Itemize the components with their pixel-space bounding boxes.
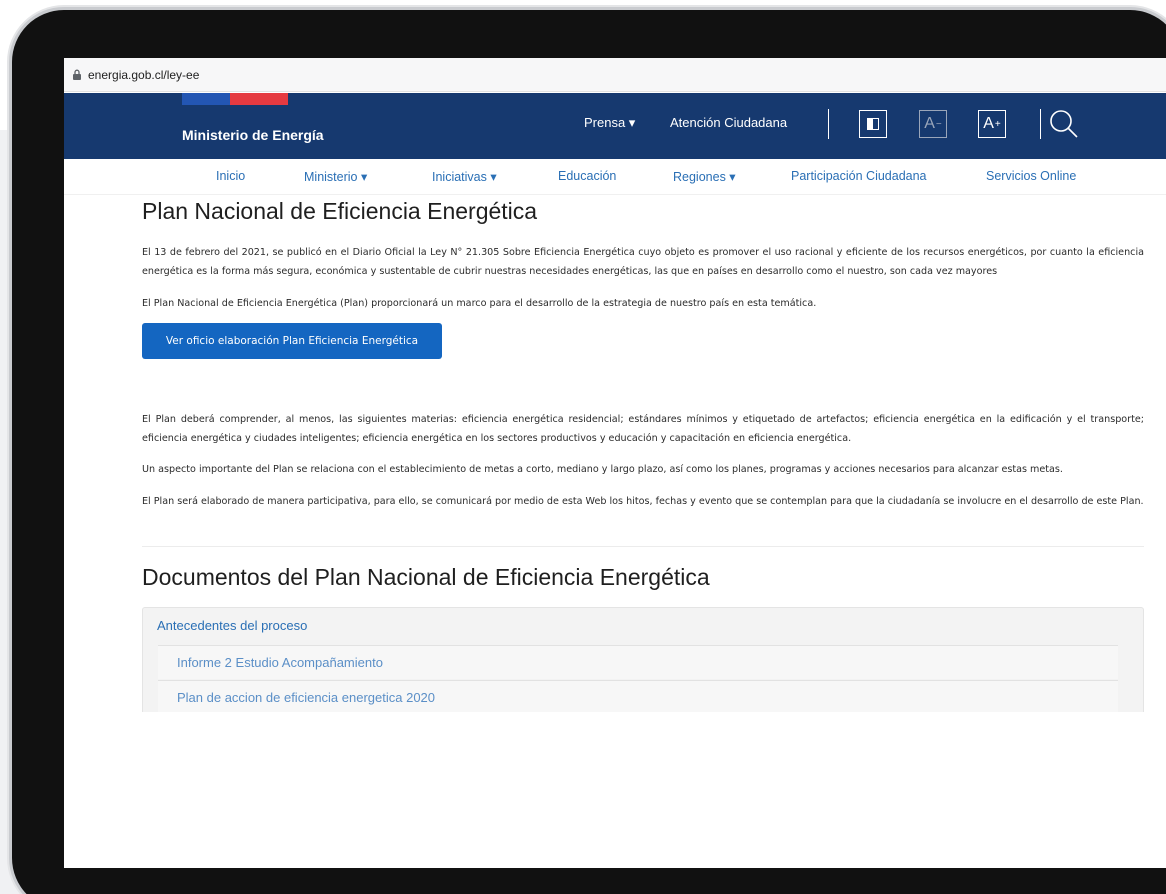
nav-item-participacion[interactable]: Participación Ciudadana [791,169,927,183]
flag-stripe-red [230,93,288,105]
search-icon[interactable] [1046,106,1082,142]
header-divider [1040,109,1041,139]
documents-title: Documentos del Plan Nacional de Eficienc… [142,564,710,590]
plus-icon: + [994,118,1001,130]
nav-item-iniciativas[interactable]: Iniciativas ▾ [432,169,497,184]
nav-prensa[interactable]: Prensa ▾ [584,115,635,131]
section-divider [142,546,1144,547]
font-decrease-button[interactable]: A − [919,110,947,138]
participativa-paragraph: El Plan será elaborado de manera partici… [142,496,1144,507]
main-navigation: Inicio Ministerio ▾ Iniciativas ▾ Educac… [64,159,1166,195]
font-increase-button[interactable]: A + [978,110,1006,138]
documents-accordion: Antecedentes del proceso Informe 2 Estud… [142,607,1144,727]
accordion-header[interactable]: Antecedentes del proceso [157,618,307,633]
nav-item-inicio[interactable]: Inicio [216,169,245,183]
nav-atencion-ciudadana[interactable]: Atención Ciudadana [670,115,787,130]
nav-item-ministerio[interactable]: Ministerio ▾ [304,169,367,184]
nav-item-educacion[interactable]: Educación [558,169,616,183]
document-link[interactable]: Plan de accion de eficiencia energetica … [158,680,1118,714]
browser-screen: energia.gob.cl/ley-ee Ministerio de Ener… [64,58,1166,868]
contrast-toggle-button[interactable] [859,110,887,138]
address-bar[interactable]: energia.gob.cl/ley-ee [64,58,1166,92]
tablet-frame: energia.gob.cl/ley-ee Ministerio de Ener… [12,10,1166,894]
screen-blank-area [64,712,1166,868]
ver-oficio-button[interactable]: Ver oficio elaboración Plan Eficiencia E… [142,323,442,359]
font-increase-label: A [983,115,994,132]
nav-item-servicios-online[interactable]: Servicios Online [986,169,1076,183]
font-decrease-label: A [924,115,935,132]
page-title: Plan Nacional de Eficiencia Energética [142,198,538,224]
url-text[interactable]: energia.gob.cl/ley-ee [88,68,199,82]
header-divider [828,109,829,139]
flag-stripe-blue [182,93,230,105]
main-content: Plan Nacional de Eficiencia Energética E… [142,198,1144,727]
lock-icon [73,69,81,80]
site-logo[interactable]: Ministerio de Energía [182,127,324,143]
contrast-icon [867,118,879,130]
metas-paragraph: Un aspecto importante del Plan se relaci… [142,464,1063,475]
materias-paragraph: El Plan deberá comprender, al menos, las… [142,414,1144,444]
minus-icon: − [935,118,942,130]
nav-item-regiones[interactable]: Regiones ▾ [673,169,736,184]
document-link[interactable]: Informe 2 Estudio Acompañamiento [158,645,1118,679]
site-header: Ministerio de Energía Prensa ▾ Atención … [64,93,1166,159]
intro-paragraph: El 13 de febrero del 2021, se publicó en… [142,247,1144,277]
plan-paragraph: El Plan Nacional de Eficiencia Energétic… [142,298,817,309]
